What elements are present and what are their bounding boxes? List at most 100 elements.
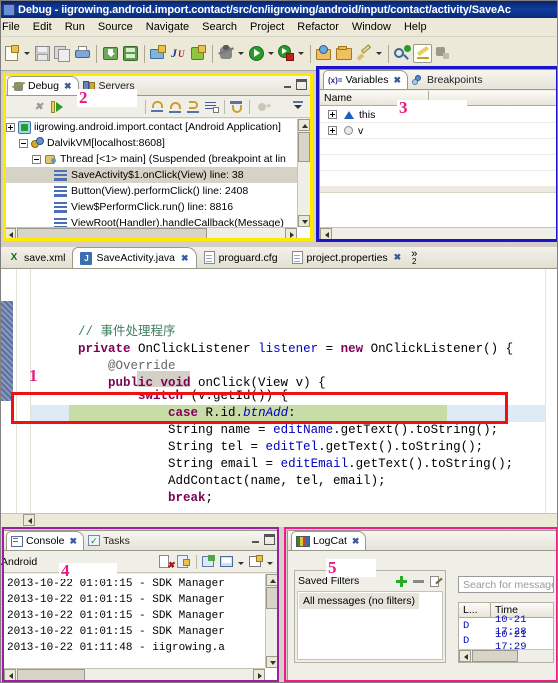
remove-filter-icon[interactable] bbox=[412, 575, 425, 588]
scroll-left-button[interactable] bbox=[4, 669, 16, 681]
tab-variables[interactable]: (x)= Variables ✖ bbox=[323, 70, 408, 89]
export-icon[interactable] bbox=[121, 44, 140, 63]
console-output[interactable]: 2013-10-22 01:01:15 - SDK Manager 2013-1… bbox=[4, 574, 278, 681]
scroll-right-button[interactable] bbox=[253, 669, 265, 681]
column-header-name[interactable]: Name bbox=[324, 91, 429, 105]
new-android-project-icon[interactable] bbox=[189, 44, 208, 63]
tab-logcat[interactable]: LogCat ✖ bbox=[291, 531, 367, 550]
menu-item-search[interactable]: Search bbox=[196, 19, 244, 35]
collapse-icon[interactable] bbox=[19, 138, 28, 148]
console-vscrollbar[interactable] bbox=[265, 574, 278, 668]
close-icon[interactable]: ✖ bbox=[352, 536, 360, 547]
open-resource-icon[interactable] bbox=[335, 44, 354, 63]
variables-hscrollbar[interactable] bbox=[320, 227, 556, 240]
menu-item-project[interactable]: Project bbox=[244, 19, 291, 35]
tab-servers[interactable]: Servers bbox=[79, 76, 141, 95]
tab-debug[interactable]: Debug ✖ bbox=[7, 76, 79, 95]
chevron-down-icon[interactable] bbox=[375, 44, 384, 63]
close-icon[interactable]: ✖ bbox=[394, 252, 402, 263]
scroll-thumb[interactable] bbox=[472, 650, 518, 662]
open-console-icon[interactable] bbox=[248, 554, 264, 570]
close-icon[interactable]: ✖ bbox=[393, 75, 401, 86]
pin-icon[interactable] bbox=[433, 44, 452, 63]
new-java-project-icon[interactable] bbox=[149, 44, 168, 63]
chevron-down-icon[interactable] bbox=[266, 554, 275, 570]
logcat-search-input[interactable]: Search for messages bbox=[458, 576, 554, 593]
scroll-down-button[interactable] bbox=[266, 656, 278, 668]
menu-item-navigate[interactable]: Navigate bbox=[140, 19, 196, 35]
menu-item-help[interactable]: Help bbox=[398, 19, 434, 35]
debug-tree-vscrollbar[interactable] bbox=[297, 119, 310, 227]
tree-item-application[interactable]: iigrowing.android.import.contact [Androi… bbox=[4, 119, 297, 135]
search-icon[interactable] bbox=[393, 44, 412, 63]
tab-console[interactable]: Console ✖ bbox=[6, 531, 85, 550]
lock-scroll-icon[interactable] bbox=[176, 554, 192, 570]
menu-item-source[interactable]: Source bbox=[92, 19, 140, 35]
tree-item-stack-frame[interactable]: SaveActivity$1.onClick(View) line: 38 bbox=[4, 167, 297, 183]
debug-icon[interactable] bbox=[217, 44, 236, 63]
open-type-icon[interactable] bbox=[315, 44, 334, 63]
scroll-down-button[interactable] bbox=[298, 215, 310, 227]
tree-item-thread[interactable]: Thread [<1> main] (Suspended (breakpoint… bbox=[4, 151, 297, 167]
highlight-icon[interactable] bbox=[413, 44, 432, 63]
code-editor[interactable]: // 事件处理程序 private OnClickListener listen… bbox=[1, 269, 557, 519]
close-icon[interactable]: ✖ bbox=[70, 536, 78, 547]
tab-tasks[interactable]: ✓ Tasks bbox=[84, 531, 136, 550]
chevron-down-icon[interactable] bbox=[297, 44, 306, 63]
import-icon[interactable] bbox=[101, 44, 120, 63]
pin-console-icon[interactable] bbox=[201, 554, 217, 570]
debug-tree[interactable]: iigrowing.android.import.contact [Androi… bbox=[4, 119, 310, 240]
menu-item-file[interactable]: File bbox=[1, 19, 27, 35]
new-junit-test-icon[interactable]: J U bbox=[169, 44, 188, 63]
variable-row[interactable]: v bbox=[320, 123, 556, 139]
menu-item-refactor[interactable]: Refactor bbox=[291, 19, 346, 35]
display-console-icon[interactable] bbox=[219, 554, 235, 570]
maximize-icon[interactable] bbox=[264, 534, 275, 545]
edit-filter-icon[interactable] bbox=[429, 575, 443, 588]
tab-proguard-cfg[interactable]: proguard.cfg bbox=[197, 247, 285, 268]
saved-filters-list[interactable]: All messages (no filters) bbox=[297, 591, 443, 660]
tree-item-stack-frame[interactable]: Button(View).performClick() line: 2408 bbox=[4, 183, 297, 199]
tab-save-xml[interactable]: X save.xml bbox=[1, 247, 72, 268]
drop-to-frame-icon[interactable] bbox=[229, 99, 245, 115]
logcat-table-hscrollbar[interactable] bbox=[459, 649, 553, 662]
scroll-right-button[interactable] bbox=[285, 228, 297, 240]
logcat-row[interactable]: D 10-21 17:29 bbox=[459, 629, 553, 653]
chevron-down-icon[interactable] bbox=[267, 44, 276, 63]
tree-item-stack-frame[interactable]: View$PerformClick.run() line: 8816 bbox=[4, 199, 297, 215]
save-all-icon[interactable] bbox=[53, 44, 72, 63]
scroll-thumb[interactable] bbox=[266, 587, 278, 609]
tab-project-properties[interactable]: project.properties ✖ bbox=[285, 247, 409, 268]
expand-icon[interactable] bbox=[328, 110, 337, 119]
step-into-icon[interactable] bbox=[150, 99, 166, 115]
scroll-left-button[interactable] bbox=[320, 228, 332, 240]
editor-folding-gutter[interactable] bbox=[17, 269, 31, 519]
scroll-left-button[interactable] bbox=[459, 650, 471, 662]
editor-line-gutter[interactable] bbox=[1, 269, 17, 519]
filter-list-item[interactable]: All messages (no filters) bbox=[299, 593, 420, 609]
debug-tree-hscrollbar[interactable] bbox=[4, 227, 297, 240]
editor-tab-overflow[interactable]: » 2 bbox=[408, 247, 420, 268]
step-filters-icon[interactable] bbox=[204, 99, 220, 115]
chevron-down-icon[interactable] bbox=[237, 44, 246, 63]
variable-row[interactable]: this bbox=[320, 107, 556, 123]
menu-item-edit[interactable]: Edit bbox=[27, 19, 59, 35]
tree-item-vm[interactable]: DalvikVM[localhost:8608] bbox=[4, 135, 297, 151]
view-menu-icon[interactable] bbox=[291, 99, 307, 115]
collapse-icon[interactable] bbox=[32, 154, 41, 164]
scroll-left-button[interactable] bbox=[23, 514, 35, 526]
chevron-down-icon[interactable] bbox=[237, 554, 246, 570]
minimize-icon[interactable] bbox=[282, 79, 293, 90]
detail-pane-divider[interactable] bbox=[320, 187, 556, 193]
tree-item-stack-frame[interactable]: ViewRoot(Handler).handleCallback(Message… bbox=[4, 215, 297, 227]
scroll-thumb[interactable] bbox=[17, 228, 207, 240]
console-hscrollbar[interactable] bbox=[4, 668, 265, 681]
tab-breakpoints[interactable]: Breakpoints bbox=[408, 70, 488, 89]
expand-icon[interactable] bbox=[328, 126, 337, 135]
save-icon[interactable] bbox=[33, 44, 52, 63]
column-header-level[interactable]: L... bbox=[459, 603, 491, 617]
expand-icon[interactable] bbox=[6, 122, 15, 132]
editor-hscrollbar[interactable] bbox=[1, 513, 557, 527]
scroll-thumb[interactable] bbox=[17, 669, 85, 681]
maximize-icon[interactable] bbox=[296, 79, 307, 90]
